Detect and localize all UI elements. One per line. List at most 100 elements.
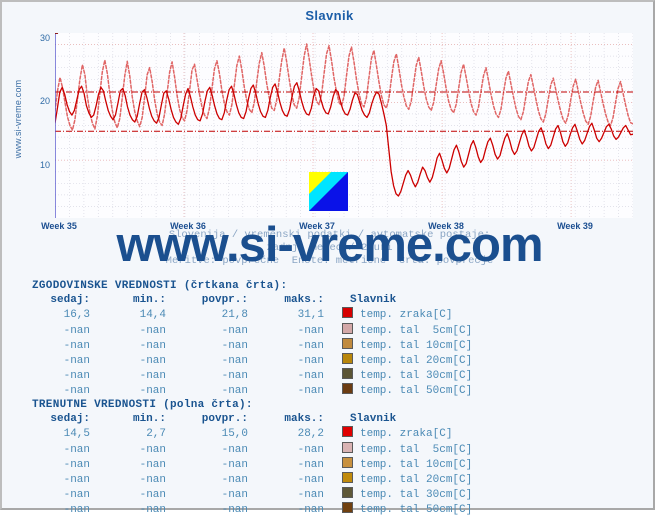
- cell-min: -nan: [139, 504, 166, 517]
- column-header-maks: maks.:: [284, 294, 324, 307]
- cell-povpr: -nan: [221, 385, 248, 398]
- table-row: -nan -nan -nan -nan temp. tal 10cm[C]: [32, 337, 473, 353]
- table-row: -nan -nan -nan -nan temp. tal 10cm[C]: [32, 456, 473, 472]
- series-color-swatch: [342, 472, 353, 484]
- table-header-row: sedaj: min.: povpr.: maks.: Slavnik: [32, 412, 472, 426]
- cell-povpr: -nan: [221, 504, 248, 517]
- cell-povpr: -nan: [221, 443, 248, 456]
- series-label: temp. tal 50cm[C]: [360, 504, 473, 517]
- cell-min: 2,7: [146, 428, 166, 441]
- table-row: -nan -nan -nan -nan temp. tal 50cm[C]: [32, 383, 472, 398]
- table-row: -nan -nan -nan -nan temp. tal 50cm[C]: [32, 502, 472, 517]
- series-color-swatch: [342, 426, 353, 438]
- cell-sedaj: -nan: [63, 370, 90, 383]
- cell-min: -nan: [139, 370, 166, 383]
- column-header-povpr: povpr.:: [201, 294, 248, 307]
- cell-povpr: -nan: [221, 324, 248, 337]
- cell-min: -nan: [139, 443, 166, 456]
- cell-sedaj: -nan: [63, 458, 90, 471]
- cell-maks: -nan: [297, 370, 324, 383]
- series-color-swatch: [342, 441, 353, 453]
- caption-line-3: Meritve: povprečne Enote: metrične Črta:…: [165, 255, 494, 267]
- cell-povpr: -nan: [221, 489, 248, 502]
- cell-maks: -nan: [297, 458, 324, 471]
- cell-maks: -nan: [297, 443, 324, 456]
- series-label: temp. zraka[C]: [360, 428, 453, 441]
- cell-maks: -nan: [297, 504, 324, 517]
- table-row: 16,3 14,4 21,8 31,1 temp. zraka[C]: [32, 307, 472, 322]
- cell-sedaj: 14,5: [63, 428, 90, 441]
- cell-min: -nan: [139, 355, 166, 368]
- cell-min: -nan: [139, 489, 166, 502]
- series-color-swatch: [342, 368, 353, 380]
- column-header-station: Slavnik: [350, 413, 397, 426]
- table-section-title: TRENUTNE VREDNOSTI (polna črta):: [32, 399, 253, 411]
- series-color-swatch: [342, 487, 353, 499]
- column-header-povpr: povpr.:: [201, 413, 248, 426]
- series-label: temp. tal 30cm[C]: [360, 370, 473, 383]
- column-header-sedaj: sedaj:: [50, 413, 90, 426]
- cell-min: 14,4: [139, 309, 166, 322]
- cell-maks: -nan: [297, 339, 324, 352]
- caption-line-1: Slovenija / vremenski podatki / avtomats…: [168, 229, 491, 241]
- series-color-swatch: [342, 307, 353, 319]
- cell-sedaj: -nan: [63, 443, 90, 456]
- historic-values-table: ZGODOVINSKE VREDNOSTI (črtkana črta): sed…: [32, 279, 472, 399]
- series-color-swatch: [342, 322, 353, 334]
- chart-caption: Slovenija / vremenski podatki / avtomats…: [2, 229, 657, 268]
- cell-sedaj: -nan: [63, 489, 90, 502]
- y-tick-10: 10: [39, 160, 50, 170]
- cell-maks: -nan: [297, 385, 324, 398]
- series-label: temp. tal 20cm[C]: [360, 355, 473, 368]
- cell-maks: -nan: [297, 489, 324, 502]
- series-label: temp. tal 5cm[C]: [360, 443, 473, 456]
- table-row: -nan -nan -nan -nan temp. tal 20cm[C]: [32, 353, 472, 368]
- column-header-maks: maks.:: [284, 413, 324, 426]
- column-header-sedaj: sedaj:: [50, 294, 90, 307]
- series-label: temp. tal 50cm[C]: [360, 385, 473, 398]
- table-row: 14,5 2,7 15,0 28,2 temp. zraka[C]: [32, 426, 472, 441]
- cell-maks: -nan: [297, 474, 324, 487]
- table-section-title: ZGODOVINSKE VREDNOSTI (črtkana črta):: [32, 280, 288, 292]
- si-vreme-logo-icon: [309, 172, 348, 211]
- series-color-swatch: [342, 502, 353, 514]
- caption-line-2: zadnji mesec / 2 uri: [266, 242, 393, 254]
- column-header-min: min.:: [132, 294, 166, 307]
- table-row: -nan -nan -nan -nan temp. tal 30cm[C]: [32, 487, 472, 502]
- table-row: -nan -nan -nan -nan temp. tal 20cm[C]: [32, 472, 472, 487]
- cell-povpr: 21,8: [221, 309, 248, 322]
- table-row: -nan -nan -nan -nan temp. tal 5cm[C]: [32, 441, 473, 457]
- cell-povpr: -nan: [221, 339, 248, 352]
- series-color-swatch: [342, 383, 353, 395]
- cell-povpr: -nan: [221, 458, 248, 471]
- cell-sedaj: -nan: [63, 385, 90, 398]
- cell-min: -nan: [139, 339, 166, 352]
- column-header-min: min.:: [132, 413, 166, 426]
- page-title: Slavnik: [305, 8, 354, 23]
- cell-sedaj: -nan: [63, 324, 90, 337]
- series-label: temp. tal 10cm[C]: [360, 339, 473, 352]
- cell-povpr: -nan: [221, 370, 248, 383]
- cell-min: -nan: [139, 324, 166, 337]
- cell-sedaj: -nan: [63, 474, 90, 487]
- cell-povpr: -nan: [221, 355, 248, 368]
- chart-window: Slavnik www.si-vreme.com 30 20 10 Week 3…: [0, 0, 657, 516]
- series-color-swatch: [342, 353, 353, 365]
- cell-sedaj: 16,3: [63, 309, 90, 322]
- cell-maks: 31,1: [297, 309, 324, 322]
- series-label: temp. tal 30cm[C]: [360, 489, 473, 502]
- series-label: temp. tal 10cm[C]: [360, 458, 473, 471]
- series-label: temp. tal 5cm[C]: [360, 324, 473, 337]
- cell-povpr: -nan: [221, 474, 248, 487]
- y-tick-20: 20: [39, 96, 50, 106]
- series-label: temp. zraka[C]: [360, 309, 453, 322]
- column-header-station: Slavnik: [350, 294, 397, 307]
- current-values-table: TRENUTNE VREDNOSTI (polna črta): sedaj: mi…: [32, 398, 472, 518]
- series-color-swatch: [342, 456, 353, 468]
- cell-povpr: 15,0: [221, 428, 248, 441]
- cell-min: -nan: [139, 458, 166, 471]
- table-row: -nan -nan -nan -nan temp. tal 5cm[C]: [32, 322, 473, 338]
- cell-min: -nan: [139, 385, 166, 398]
- cell-sedaj: -nan: [63, 504, 90, 517]
- table-row: -nan -nan -nan -nan temp. tal 30cm[C]: [32, 368, 472, 383]
